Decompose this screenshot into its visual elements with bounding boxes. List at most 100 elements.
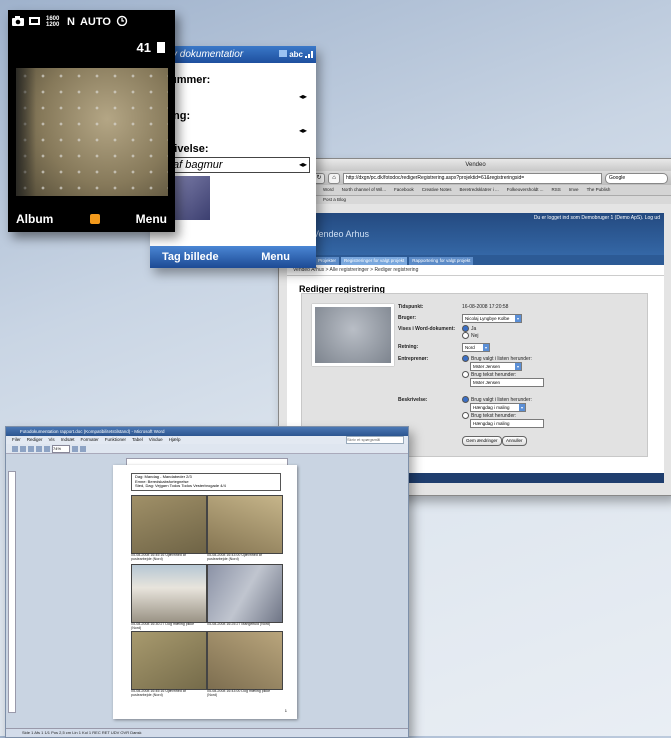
field-direction-spinner-icon[interactable]: ◂▸ — [299, 126, 307, 135]
direction-select[interactable]: Nord — [462, 343, 490, 352]
field-number-spinner-icon[interactable]: ◂▸ — [299, 92, 307, 101]
print-icon[interactable] — [36, 445, 42, 452]
album-softkey[interactable]: Album — [16, 212, 53, 226]
bookmark-item[interactable]: Imve — [569, 185, 579, 195]
bookmark-item[interactable]: The Publish — [587, 185, 611, 195]
label-show-in-word: Vises i Word-dokument: — [398, 326, 456, 332]
field-label-number: ummer: — [170, 74, 211, 86]
camera-viewfinder[interactable] — [16, 68, 168, 196]
label-description: Beskrivelse: — [398, 397, 428, 403]
menu-window[interactable]: Vindue — [149, 436, 163, 444]
browser-title: Vendeo — [279, 159, 671, 171]
report-header-box: Dag: Mandag - Mandabeder 2/3 Emne: Bered… — [131, 473, 281, 491]
photo-caption: 05-08-2008 16:43:00 Ujævnhed af puslearb… — [207, 553, 262, 561]
menu-table[interactable]: Tabel — [132, 436, 143, 444]
radio-no[interactable]: Nej — [462, 332, 479, 339]
menu-tools[interactable]: Funktioner — [105, 436, 126, 444]
open-icon[interactable] — [20, 445, 26, 452]
word-window: Fotodokumentation rapport.doc (Kompatibi… — [5, 426, 409, 738]
new-doc-icon[interactable] — [12, 445, 18, 452]
preview-icon[interactable] — [44, 445, 50, 452]
camera-phone-screen: 1600 1200 N AUTO 41 Album Menu — [8, 10, 175, 232]
bookmark-item[interactable]: Word — [323, 185, 334, 195]
menu-insert[interactable]: Indsæt — [61, 436, 75, 444]
report-photo — [131, 495, 207, 554]
bookmark-item[interactable]: Post a Blog — [279, 196, 671, 204]
description-spinner-icon[interactable]: ◂▸ — [299, 160, 307, 169]
shots-remaining: 41 — [137, 40, 165, 55]
radio-desc-text[interactable]: Brug tekst herunder: — [462, 412, 516, 419]
flag-n: N — [67, 16, 75, 28]
document-page[interactable]: Dag: Mandag - Mandabeder 2/3 Emne: Bered… — [113, 465, 297, 719]
resolution-indicator: 1600 1200 — [46, 16, 60, 28]
label-time: Tidspunkt: — [398, 304, 424, 310]
form-menu-softkey[interactable]: Menu — [261, 251, 290, 263]
radio-desc-list[interactable]: Brug valgt i listen herunder: — [462, 396, 532, 403]
photo-caption: 05-08-2008 16:25:27 Mangelfuld (Nord) — [207, 622, 271, 626]
camera-status-bar: 1600 1200 N AUTO — [12, 14, 171, 30]
help-search-input[interactable]: Skriv et spørgsmål — [346, 436, 404, 444]
site-header: Du er logget ind som Demobruger 1 (Demo … — [287, 213, 664, 255]
browser-toolbar: ◂ ▸ ↻ ⌂ http://dxgn/pc.dk/fotodoc/redige… — [279, 171, 671, 185]
description-select[interactable]: Hængdag i maling — [470, 403, 526, 412]
description-text-input[interactable]: Hængdag i maling — [470, 419, 544, 428]
photo-caption: 05-08-2008 16:45:16 Ujævnhed af puslearb… — [131, 553, 186, 561]
menu-softkey[interactable]: Menu — [136, 212, 167, 226]
word-menu-bar: Filer Rediger Vis Indsæt Formater Funkti… — [6, 436, 408, 444]
word-title: Fotodokumentation rapport.doc (Kompatibi… — [6, 427, 408, 436]
field-label-description: rivelse: — [170, 143, 209, 155]
bookmark-item[interactable]: RSS — [552, 185, 561, 195]
form-softkey-bar: Tag billede Menu — [150, 246, 316, 268]
tab-projects[interactable]: Projekter — [315, 257, 340, 265]
report-photo — [131, 564, 207, 623]
keyboard-icon[interactable] — [279, 49, 288, 60]
menu-view[interactable]: Vis — [49, 436, 55, 444]
photo-thumbnail[interactable] — [170, 176, 210, 220]
label-contractor: Entreprenør: — [398, 356, 429, 362]
capture-button-icon[interactable] — [89, 214, 100, 224]
menu-edit[interactable]: Rediger — [27, 436, 43, 444]
contractor-select[interactable]: Mster Jensen — [470, 362, 522, 371]
word-toolbar: 74% — [6, 444, 408, 454]
login-status[interactable]: Du er logget ind som Demobruger 1 (Demo … — [534, 215, 660, 221]
tab-registrations[interactable]: Registreringer for valgt projekt — [341, 257, 408, 265]
menu-format[interactable]: Formater — [80, 436, 98, 444]
report-photo — [131, 631, 207, 690]
value-time: 16-08-2008 17:20:58 — [462, 304, 509, 310]
report-photo — [207, 631, 283, 690]
take-photo-softkey[interactable]: Tag billede — [162, 251, 219, 263]
tab-reporting[interactable]: Rapportering for valgt projekt — [409, 257, 474, 265]
bookmark-item[interactable]: Creative Notes — [422, 185, 452, 195]
radio-yes[interactable]: Ja — [462, 325, 476, 332]
photo-caption: 05-08-2008 16:30:27 Dog mæling pikke (No… — [131, 622, 195, 630]
menu-file[interactable]: Filer — [12, 436, 21, 444]
help-icon[interactable] — [72, 445, 78, 452]
home-icon[interactable]: ⌂ — [328, 172, 340, 184]
zoom-select[interactable]: 74% — [52, 444, 70, 453]
search-input[interactable]: Google — [605, 172, 668, 184]
bookmark-item[interactable]: Folkeoversholdt ... — [507, 185, 544, 195]
battery-icon — [29, 16, 41, 28]
bookmark-item[interactable]: Beretredsklatrer i ... — [459, 185, 498, 195]
description-field[interactable]: af bagmur — [170, 157, 310, 173]
bookmark-item[interactable]: Facebook — [394, 185, 414, 195]
breadcrumb[interactable]: Vendeo Arhus > Alle registreringer > Red… — [287, 265, 664, 276]
save-icon[interactable] — [28, 445, 34, 452]
save-button[interactable]: Gem ændringer — [462, 436, 502, 446]
url-input[interactable]: http://dxgn/pc.dk/fotodoc/redigerRegistr… — [343, 172, 602, 184]
radio-contractor-list[interactable]: Brug valgt i listen herunder: — [462, 355, 532, 362]
label-direction: Retning: — [398, 344, 419, 350]
user-select[interactable]: Nicolaj Lyngbye Kolbe — [462, 314, 522, 323]
menu-help[interactable]: Hjælp — [169, 436, 181, 444]
flag-auto: AUTO — [79, 16, 111, 28]
report-photo — [207, 564, 283, 623]
read-icon[interactable] — [80, 445, 86, 452]
radio-contractor-text[interactable]: Brug tekst herunder: — [462, 371, 516, 378]
report-photo — [207, 495, 283, 554]
camera-icon — [12, 15, 24, 29]
vertical-ruler[interactable] — [8, 471, 16, 713]
contractor-text-input[interactable]: Mster Jensen — [470, 378, 544, 387]
input-mode-indicator[interactable]: abc — [289, 50, 303, 60]
cancel-button[interactable]: Annuller — [502, 436, 527, 446]
bookmark-item[interactable]: North channel of Wil... — [342, 185, 386, 195]
